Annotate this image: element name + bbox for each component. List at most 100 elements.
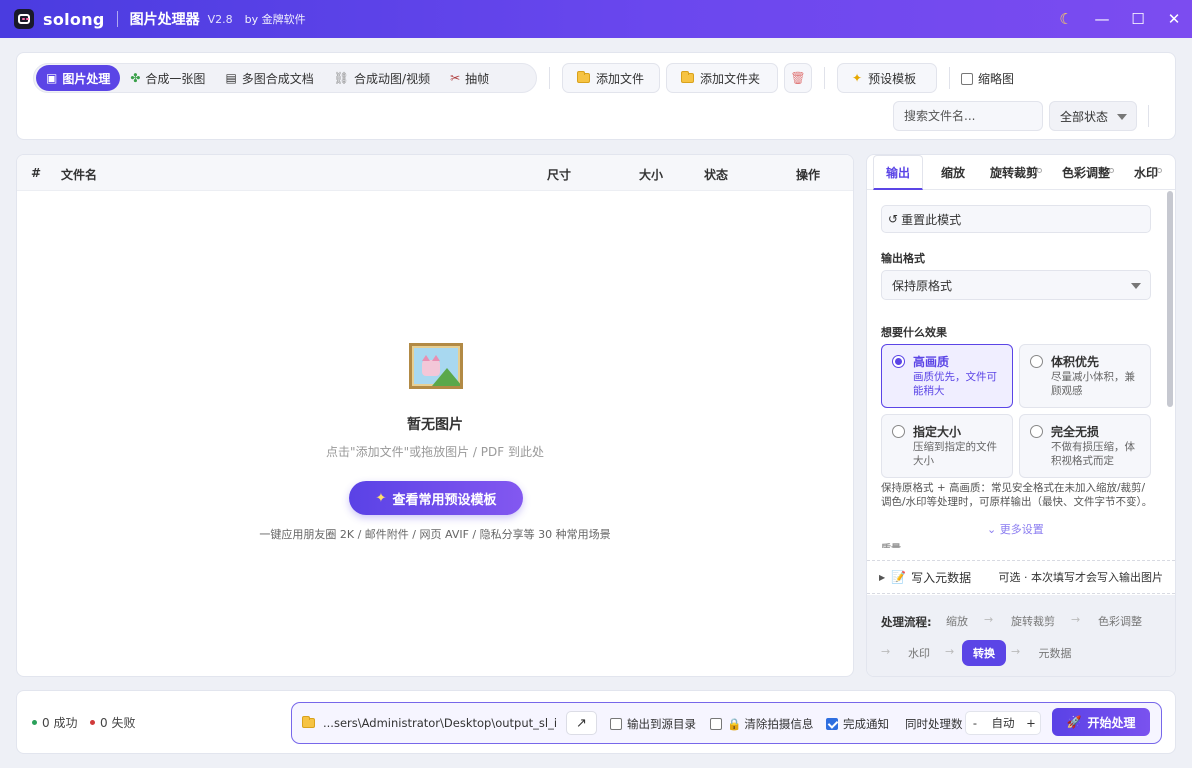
toolbar-divider <box>949 67 950 89</box>
column-dimensions[interactable]: 尺寸 <box>547 166 571 183</box>
column-index: # <box>31 166 42 180</box>
caret-right-icon: ▶ <box>879 572 886 582</box>
tab-label: 色彩调整 <box>1061 166 1110 180</box>
start-processing-label: 开始处理 <box>1087 715 1136 730</box>
pipeline-step-rotate-crop[interactable]: 旋转裁剪 <box>1005 608 1061 634</box>
output-path-value: ...sers\Administrator\Desktop\output_sl_… <box>323 716 556 730</box>
pipeline-label: 处理流程: <box>881 615 932 629</box>
settings-panel: 输出 缩放 旋转裁剪 色彩调整 水印 ↺ 重置此模式 输出格式 保持原格式 想要… <box>866 154 1176 677</box>
reset-mode-button[interactable]: ↺ 重置此模式 <box>881 205 1151 233</box>
mode-merge-one[interactable]: ✤ 合成一张图 <box>120 65 215 91</box>
effect-target-size[interactable]: 指定大小 压缩到指定的文件大小 <box>881 414 1013 478</box>
column-filename[interactable]: 文件名 <box>61 166 97 183</box>
close-button[interactable]: ✕ <box>1156 0 1192 38</box>
app-byline: by 金牌软件 <box>244 13 306 26</box>
pipeline-step-color[interactable]: 色彩调整 <box>1092 608 1148 634</box>
status-dot-icon <box>1157 168 1162 173</box>
effect-title: 完全无损 <box>1051 425 1100 439</box>
mode-merge-animation[interactable]: ⛓ 合成动图/视频 <box>324 65 440 91</box>
close-icon: ✕ <box>1167 10 1181 28</box>
mode-merge-document[interactable]: ▤ 多图合成文档 <box>215 65 323 91</box>
scenes-hint: 一键应用朋友圈 2K / 邮件附件 / 网页 AVIF / 隐私分享等 30 种… <box>259 528 611 541</box>
format-note: 保持原格式 + 高画质：常见安全格式在未加入缩放/裁剪/调色/水印等处理时，可原… <box>881 482 1153 508</box>
more-settings-label: 更多设置 <box>999 523 1044 536</box>
more-settings-link[interactable]: ⌄ 更多设置 <box>987 521 1044 537</box>
maximize-button[interactable]: ☐ <box>1120 0 1156 38</box>
status-filter-select[interactable]: 全部状态 <box>1049 101 1137 131</box>
output-to-source-option[interactable]: 输出到源目录 <box>610 716 696 732</box>
concurrency-stepper[interactable]: - 自动 + <box>965 711 1041 735</box>
status-filter-value: 全部状态 <box>1060 109 1109 124</box>
success-dot-icon <box>32 720 37 725</box>
reset-mode-label: 重置此模式 <box>901 212 962 227</box>
brand-name: solong <box>43 9 105 29</box>
mode-extract-frames[interactable]: ✂ 抽帧 <box>440 65 499 91</box>
pipeline-step-metadata[interactable]: 元数据 <box>1033 640 1077 666</box>
column-size[interactable]: 大小 <box>639 166 663 183</box>
tab-label: 输出 <box>885 165 910 180</box>
puzzle-icon: ✤ <box>130 71 141 85</box>
increment-button[interactable]: + <box>1022 716 1040 730</box>
open-output-folder-button[interactable]: ↗ <box>566 711 597 735</box>
notify-done-checkbox[interactable] <box>826 718 838 730</box>
clear-list-button[interactable]: 🗑 <box>784 63 812 93</box>
toolbar-divider <box>824 67 825 89</box>
view-presets-button[interactable]: ✦ 查看常用预设模板 <box>349 481 523 515</box>
pipeline-step-watermark[interactable]: 水印 <box>903 640 935 666</box>
decrement-button[interactable]: - <box>966 716 984 730</box>
status-dot-icon <box>1037 168 1042 173</box>
thumbnail-toggle[interactable]: 缩略图 <box>961 70 1014 87</box>
empty-title: 暂无图片 <box>407 417 463 433</box>
notify-done-option[interactable]: 完成通知 <box>826 716 889 732</box>
footer-bar: 0 成功 0 失败 ...sers\Administrator\Desktop\… <box>16 690 1176 754</box>
tab-label: 旋转裁剪 <box>989 166 1038 180</box>
arrow-right-icon: → <box>984 613 994 626</box>
pipeline-step-convert[interactable]: 转换 <box>962 640 1006 666</box>
effect-title: 高画质 <box>913 355 950 369</box>
clear-exif-checkbox[interactable] <box>710 718 722 730</box>
mode-image-process[interactable]: ▣ 图片处理 <box>36 65 121 91</box>
tab-label: 水印 <box>1133 166 1158 180</box>
radio[interactable] <box>892 425 905 438</box>
output-format-select[interactable]: 保持原格式 <box>881 270 1151 300</box>
file-list-panel: # 文件名 尺寸 大小 状态 操作 暂无图片 点击"添加文件"或拖放图片 / P… <box>16 154 854 677</box>
search-input[interactable] <box>893 101 1043 131</box>
tab-resize[interactable]: 缩放 <box>931 155 975 190</box>
thumbnail-label: 缩略图 <box>978 72 1015 86</box>
tab-label: 缩放 <box>940 166 965 180</box>
tab-rotate-crop[interactable]: 旋转裁剪 <box>985 155 1043 190</box>
output-path-field[interactable]: ...sers\Administrator\Desktop\output_sl_… <box>302 713 556 733</box>
clear-exif-option[interactable]: 🔒 清除拍摄信息 <box>710 716 813 732</box>
radio[interactable] <box>1030 425 1043 438</box>
theme-toggle-button[interactable]: ☾ <box>1048 0 1084 38</box>
tab-watermark[interactable]: 水印 <box>1129 155 1163 190</box>
metadata-section-toggle[interactable]: ▶ 📝 写入元数据 可选 · 本次填写才会写入输出图片 <box>867 560 1175 594</box>
thumbnail-checkbox[interactable] <box>961 72 973 85</box>
add-folder-button[interactable]: 添加文件夹 <box>666 63 778 93</box>
effect-high-quality[interactable]: 高画质 画质优先，文件可能稍大 <box>881 344 1013 408</box>
app-version: V2.8 <box>207 12 233 26</box>
settings-scrollbar[interactable] <box>1167 191 1173 407</box>
add-file-button[interactable]: 添加文件 <box>562 63 660 93</box>
tab-output[interactable]: 输出 <box>873 155 923 190</box>
film-icon: ✂ <box>450 71 461 85</box>
folder-icon <box>302 716 315 728</box>
minimize-button[interactable]: — <box>1084 0 1120 38</box>
effect-label: 想要什么效果 <box>881 326 947 339</box>
pipeline-step-resize[interactable]: 缩放 <box>941 608 973 634</box>
radio-selected[interactable] <box>892 355 905 368</box>
output-format-value: 保持原格式 <box>892 278 953 293</box>
metadata-label: 写入元数据 <box>911 570 972 585</box>
effect-lossless[interactable]: 完全无损 不做有损压缩，体积视格式而定 <box>1019 414 1151 478</box>
column-status[interactable]: 状态 <box>704 166 728 183</box>
output-to-source-checkbox[interactable] <box>610 718 622 730</box>
tab-color-adjust[interactable]: 色彩调整 <box>1057 155 1115 190</box>
effect-size-first[interactable]: 体积优先 尽量减小体积，兼顾观感 <box>1019 344 1151 408</box>
preset-template-button[interactable]: ✦ 预设模板 <box>837 63 937 93</box>
arrow-right-icon: → <box>1011 645 1021 658</box>
mode-label: 图片处理 <box>62 71 111 86</box>
start-processing-button[interactable]: 🚀 开始处理 <box>1052 708 1150 736</box>
title-separator <box>116 11 118 27</box>
concurrency-label: 同时处理数 <box>905 716 963 732</box>
radio[interactable] <box>1030 355 1043 368</box>
